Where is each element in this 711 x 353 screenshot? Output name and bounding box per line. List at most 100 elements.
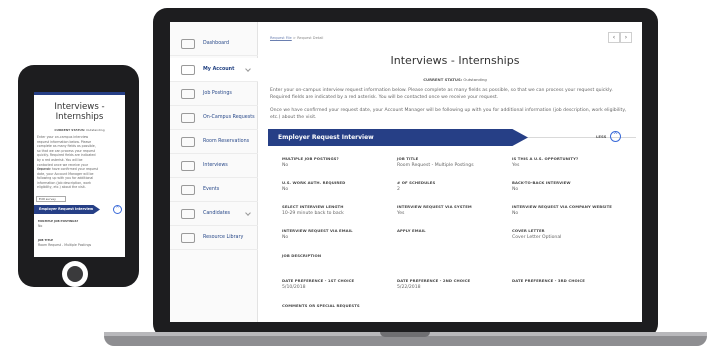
home-button-inner — [67, 266, 83, 282]
field-value: 10-29 minute back to back — [282, 211, 344, 216]
edit-survey-button[interactable]: Edit survey — [36, 196, 66, 202]
status-value: Outstanding — [463, 77, 487, 82]
field-label: DATE PREFERENCE - 1ST CHOICE — [282, 278, 355, 283]
main-content: Request File > Request Detail ‹ › Interv… — [268, 22, 642, 322]
field-label: COMMENTS OR SPECIAL REQUESTS — [282, 303, 360, 308]
sidebar-item-label: Room Reservations — [203, 139, 250, 144]
field-label: SELECT INTERVIEW LENGTH — [282, 204, 344, 209]
field-value: No — [282, 235, 289, 240]
sidebar-item-resource-library[interactable]: Resource Library — [170, 226, 258, 250]
clipboard-icon — [181, 112, 195, 123]
sidebar-item-candidates[interactable]: Candidates — [170, 202, 258, 226]
field-value: Yes — [397, 211, 405, 216]
laptop-screen: Dashboard My Account Job Postings On-Cam… — [170, 22, 642, 322]
chat-icon — [181, 160, 195, 171]
field-value: No — [282, 187, 289, 192]
field-label: IS THIS A U.S. OPPORTUNITY? — [512, 156, 579, 161]
chevron-up-icon[interactable]: ^ — [610, 131, 621, 142]
intro-text: Enter your on-campus interview request i… — [270, 88, 613, 100]
laptop-notch — [380, 332, 430, 337]
field-cover-letter: COVER LETTER Cover Letter Optional — [512, 228, 561, 240]
field-interview-length: SELECT INTERVIEW LENGTH 10-29 minute bac… — [282, 204, 344, 216]
sidebar-item-dashboard[interactable]: Dashboard — [170, 32, 258, 56]
sidebar-item-my-account[interactable]: My Account — [170, 58, 258, 82]
phone-section-header: Employer Request Interview — [34, 205, 100, 214]
sidebar-item-label: Candidates — [203, 211, 231, 216]
field-value: No — [282, 163, 289, 168]
field-label: U.S. WORK AUTH. REQUIRED — [282, 180, 346, 185]
briefcase-icon — [181, 88, 195, 99]
field-label: JOB TITLE — [38, 238, 54, 242]
field-label: MULTIPLE JOB POSTINGS? — [38, 219, 79, 223]
field-value: Yes — [512, 163, 520, 168]
field-value: 2 — [397, 187, 400, 192]
phone-title-line: Internships — [55, 112, 104, 122]
sidebar-item-label: My Account — [203, 67, 235, 72]
phone-status-value: Outstanding — [86, 128, 105, 132]
field-label: BACK-TO-BACK INTERVIEW — [512, 180, 571, 185]
room-icon — [181, 136, 195, 147]
field-us-opportunity: IS THIS A U.S. OPPORTUNITY? Yes — [512, 156, 578, 168]
intro-followup-text: Once we have confirmed your request date… — [270, 108, 627, 120]
chevron-down-icon — [245, 210, 251, 216]
status-label: CURRENT STATUS: — [423, 77, 463, 82]
sidebar-item-interviews[interactable]: Interviews — [170, 154, 258, 178]
field-label: APPLY EMAIL — [397, 228, 426, 233]
sidebar-item-label: Dashboard — [203, 41, 230, 46]
field-multiple-postings: MULTIPLE JOB POSTINGS? No — [282, 156, 339, 168]
phone-status-label: CURRENT STATUS: — [54, 128, 86, 132]
breadcrumb-link[interactable]: Request File — [270, 36, 292, 40]
phone-intro-followup-text: Once we have confirmed your request date… — [37, 167, 99, 190]
field-value: No — [512, 211, 519, 216]
sidebar-item-label: On-Campus Requests — [203, 115, 255, 120]
phone-field-job-title: JOB TITLE Room Request - Multiple Postin… — [38, 238, 91, 247]
sidebar-item-label: Job Postings — [203, 91, 232, 96]
field-comments: COMMENTS OR SPECIAL REQUESTS — [282, 303, 360, 310]
field-date-3: DATE PREFERENCE - 3RD CHOICE — [512, 278, 585, 285]
chevron-up-icon[interactable]: ^ — [113, 205, 122, 214]
sidebar-item-label: Resource Library — [203, 235, 244, 240]
sidebar-item-on-campus-requests[interactable]: On-Campus Requests — [170, 106, 258, 130]
field-via-email: INTERVIEW REQUEST VIA EMAIL No — [282, 228, 353, 240]
library-icon — [181, 232, 195, 243]
field-label: JOB TITLE — [397, 156, 419, 161]
field-label: DATE PREFERENCE - 2ND CHOICE — [397, 278, 471, 283]
field-label: INTERVIEW REQUEST VIA EMAIL — [282, 228, 353, 233]
field-value: No — [512, 187, 519, 192]
field-date-2: DATE PREFERENCE - 2ND CHOICE 5/22/2018 — [397, 278, 470, 290]
sidebar-item-events[interactable]: Events — [170, 178, 258, 202]
page-title: Interviews - Internships — [390, 54, 520, 67]
field-work-auth: U.S. WORK AUTH. REQUIRED No — [282, 180, 345, 192]
chevron-down-icon — [245, 66, 251, 72]
field-value: No — [38, 224, 43, 228]
sidebar-item-room-reservations[interactable]: Room Reservations — [170, 130, 258, 154]
status-line: CURRENT STATUS: Outstanding — [268, 77, 642, 82]
field-value: 5/10/2018 — [282, 285, 306, 290]
field-via-website: INTERVIEW REQUEST VIA COMPANY WEBSITE No — [512, 204, 612, 216]
field-label: DATE PREFERENCE - 3RD CHOICE — [512, 278, 585, 283]
field-back-to-back: BACK-TO-BACK INTERVIEW No — [512, 180, 571, 192]
field-label: COVER LETTER — [512, 228, 545, 233]
device-mockup: Dashboard My Account Job Postings On-Cam… — [0, 0, 711, 353]
dashboard-icon — [181, 38, 195, 49]
prev-record-button[interactable]: ‹ — [608, 32, 620, 43]
field-label: # OF SCHEDULES — [397, 180, 436, 185]
field-job-description: JOB DESCRIPTION — [282, 253, 321, 260]
field-value: Cover Letter Optional — [512, 235, 562, 240]
section-header: Employer Request Interview — [268, 129, 528, 146]
field-date-1: DATE PREFERENCE - 1ST CHOICE 5/10/2018 — [282, 278, 354, 290]
sidebar: Dashboard My Account Job Postings On-Cam… — [170, 22, 258, 322]
phone-top-bar — [34, 92, 125, 95]
account-icon — [181, 64, 195, 75]
binoculars-icon — [181, 208, 195, 219]
next-record-button[interactable]: › — [620, 32, 632, 43]
sidebar-item-label: Interviews — [203, 163, 228, 168]
phone-field-multiple-postings: MULTIPLE JOB POSTINGS? No — [38, 219, 78, 228]
field-value: Room Request - Multiple Postings — [38, 243, 92, 247]
phone-screen: Interviews - Internships CURRENT STATUS:… — [34, 92, 125, 257]
breadcrumb: Request File > Request Detail — [270, 36, 323, 40]
sidebar-item-job-postings[interactable]: Job Postings — [170, 82, 258, 106]
field-label: INTERVIEW REQUEST VIA COMPANY WEBSITE — [512, 204, 612, 209]
less-label[interactable]: LESS — [596, 134, 606, 139]
phone-page-title: Interviews - Internships — [34, 102, 125, 122]
